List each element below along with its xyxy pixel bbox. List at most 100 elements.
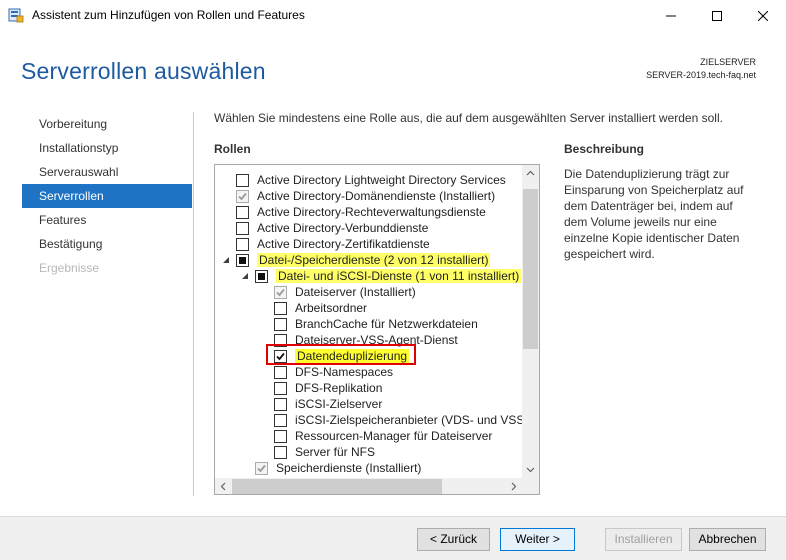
role-checkbox[interactable] — [236, 206, 249, 219]
role-row[interactable]: iSCSI-Zielserver — [215, 396, 523, 412]
role-label-text: Active Directory-Verbunddienste — [257, 221, 429, 235]
checkmark-icon — [257, 464, 266, 473]
role-label-text: iSCSI-Zielserver — [295, 397, 383, 411]
role-row[interactable]: Active Directory-Zertifikatdienste — [215, 236, 523, 252]
role-row[interactable]: iSCSI-Zielspeicheranbieter (VDS- und VSS… — [215, 412, 537, 428]
role-row[interactable]: Active Directory Lightweight Directory S… — [215, 172, 523, 188]
role-label: DFS-Replikation — [295, 380, 382, 396]
role-row[interactable]: Active Directory-Rechteverwaltungsdienst… — [215, 204, 523, 220]
role-label: Active Directory-Domänendienste (Install… — [257, 188, 495, 204]
roles-tree-content: Active Directory Lightweight Directory S… — [215, 172, 537, 476]
role-row[interactable]: Datei- und iSCSI-Dienste (1 von 11 insta… — [215, 268, 523, 284]
wizard-nav: Vorbereitung Installationstyp Serverauswah… — [22, 112, 192, 280]
checkmark-icon — [238, 192, 247, 201]
close-icon — [758, 10, 768, 21]
vertical-scroll-thumb[interactable] — [523, 189, 538, 349]
intro-text: Wählen Sie mindestens eine Rolle aus, di… — [214, 111, 723, 125]
expand-arrow-icon[interactable] — [222, 256, 230, 264]
role-checkbox — [236, 190, 249, 203]
role-label: Dateiserver (Installiert) — [295, 284, 416, 300]
description-heading: Beschreibung — [564, 142, 645, 156]
role-checkbox[interactable] — [274, 318, 287, 331]
close-button[interactable] — [740, 0, 786, 31]
role-checkbox[interactable] — [274, 398, 287, 411]
maximize-button[interactable] — [694, 0, 740, 31]
nav-item-2[interactable]: Serverauswahl — [22, 160, 192, 184]
role-row[interactable]: BranchCache für Netzwerkdateien — [215, 316, 523, 332]
role-checkbox[interactable] — [274, 366, 287, 379]
annotation-highlight-box — [266, 344, 416, 365]
role-row[interactable]: DFS-Namespaces — [215, 364, 523, 380]
nav-item-1[interactable]: Installationstyp — [22, 136, 192, 160]
page-title: Serverrollen auswählen — [21, 58, 266, 84]
role-checkbox[interactable] — [236, 222, 249, 235]
role-row[interactable]: Ressourcen-Manager für Dateiserver — [215, 428, 523, 444]
role-checkbox[interactable] — [274, 382, 287, 395]
nav-item-4[interactable]: Features — [22, 208, 192, 232]
expand-arrow-icon[interactable] — [241, 272, 249, 280]
role-checkbox[interactable] — [236, 174, 249, 187]
roles-heading: Rollen — [214, 142, 251, 156]
role-row[interactable]: Arbeitsordner — [215, 300, 523, 316]
back-button[interactable]: < Zurück — [417, 528, 490, 551]
role-label: Active Directory-Zertifikatdienste — [257, 236, 430, 252]
nav-item-0[interactable]: Vorbereitung — [22, 112, 192, 136]
role-label: Ressourcen-Manager für Dateiserver — [295, 428, 492, 444]
role-label: iSCSI-Zielserver — [295, 396, 382, 412]
wizard-footer: < Zurück Weiter > Installieren Abbrechen — [0, 516, 786, 560]
scrollbar-corner — [522, 478, 539, 494]
role-label-text: Active Directory-Zertifikatdienste — [257, 237, 430, 251]
role-row[interactable]: Active Directory-Verbunddienste — [215, 220, 523, 236]
role-checkbox — [274, 286, 287, 299]
nav-item-3[interactable]: Serverrollen — [22, 184, 192, 208]
role-label-text: Datei- und iSCSI-Dienste (1 von 11 insta… — [276, 269, 522, 283]
role-label-text: Active Directory-Rechteverwaltungsdienst… — [257, 205, 486, 219]
scroll-right-icon — [511, 482, 517, 491]
role-label-text: Arbeitsordner — [295, 301, 368, 315]
role-label-text: BranchCache für Netzwerkdateien — [295, 317, 478, 331]
role-label: Active Directory-Rechteverwaltungsdienst… — [257, 204, 486, 220]
role-label: Datei-/Speicherdienste (2 von 12 install… — [257, 252, 491, 268]
minimize-icon — [666, 15, 676, 16]
vertical-scrollbar[interactable] — [522, 165, 539, 478]
role-checkbox — [255, 462, 268, 475]
horizontal-scrollbar[interactable] — [215, 478, 522, 494]
nav-item-5[interactable]: Bestätigung — [22, 232, 192, 256]
role-label: iSCSI-Zielspeicheranbieter (VDS- und VSS… — [295, 412, 537, 428]
role-label-text: Speicherdienste (Installiert) — [276, 461, 422, 475]
checkmark-icon — [276, 288, 285, 297]
role-checkbox[interactable] — [236, 238, 249, 251]
role-checkbox[interactable] — [274, 430, 287, 443]
role-label: Active Directory-Verbunddienste — [257, 220, 428, 236]
role-label: Arbeitsordner — [295, 300, 367, 316]
role-row[interactable]: Speicherdienste (Installiert) — [215, 460, 523, 476]
scroll-down-icon — [526, 467, 535, 473]
role-label-text: Server für NFS — [295, 445, 376, 459]
install-button[interactable]: Installieren — [605, 528, 682, 551]
horizontal-scroll-thumb[interactable] — [232, 479, 442, 494]
role-checkbox[interactable] — [236, 254, 249, 267]
target-server-label: ZIELSERVER — [700, 57, 756, 67]
role-label-text: Dateiserver (Installiert) — [295, 285, 416, 299]
cancel-button[interactable]: Abbrechen — [689, 528, 766, 551]
role-label: Active Directory Lightweight Directory S… — [257, 172, 506, 188]
next-button[interactable]: Weiter > — [500, 528, 575, 551]
minimize-button[interactable] — [648, 0, 694, 31]
role-label: Datei- und iSCSI-Dienste (1 von 11 insta… — [276, 268, 522, 284]
role-checkbox[interactable] — [255, 270, 268, 283]
role-label: Speicherdienste (Installiert) — [276, 460, 421, 476]
role-row[interactable]: Active Directory-Domänendienste (Install… — [215, 188, 523, 204]
role-checkbox[interactable] — [274, 446, 287, 459]
role-checkbox[interactable] — [274, 414, 287, 427]
role-label: BranchCache für Netzwerkdateien — [295, 316, 478, 332]
role-row[interactable]: DFS-Replikation — [215, 380, 523, 396]
target-server-name: SERVER-2019.tech-faq.net — [646, 70, 756, 80]
maximize-icon — [712, 10, 722, 21]
role-row[interactable]: Server für NFS — [215, 444, 523, 460]
role-row[interactable]: Dateiserver (Installiert) — [215, 284, 523, 300]
role-label-text: DFS-Replikation — [295, 381, 383, 395]
description-text: Die Datenduplizierung trägt zur Einsparu… — [564, 167, 744, 261]
roles-tree[interactable]: Active Directory Lightweight Directory S… — [214, 164, 540, 495]
role-row[interactable]: Datei-/Speicherdienste (2 von 12 install… — [215, 252, 523, 268]
role-checkbox[interactable] — [274, 302, 287, 315]
